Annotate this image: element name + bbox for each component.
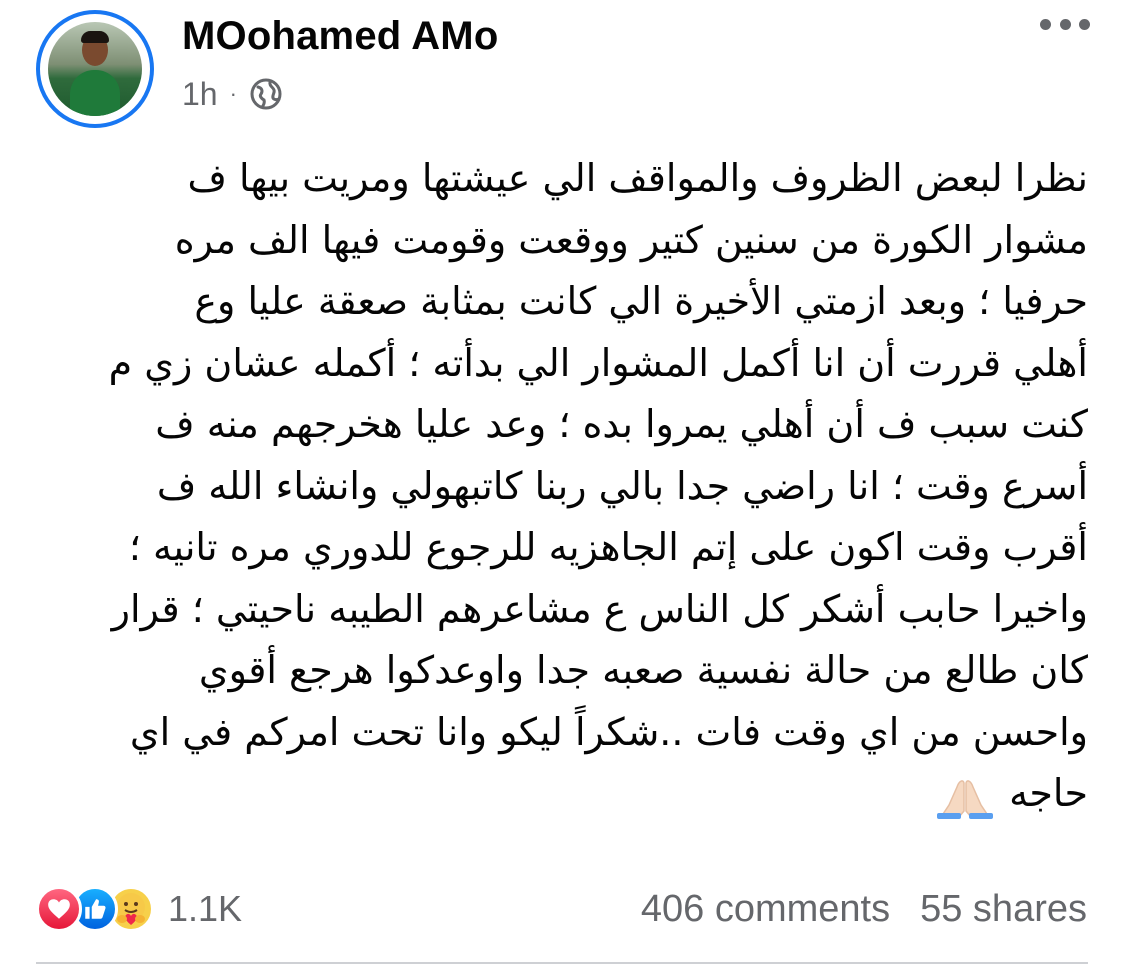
- post-header: MOohamed AMo 1h ·: [0, 0, 1125, 128]
- love-reaction-icon: [36, 886, 82, 932]
- engagement-stats: 406 comments 55 shares: [641, 883, 1087, 935]
- footer-divider: [36, 962, 1088, 964]
- post-text-line: مشوار الكورة من سنين كتير ووقعت وقومت في…: [174, 217, 1088, 262]
- avatar-photo: [48, 22, 142, 116]
- author-name[interactable]: MOohamed AMo: [182, 14, 498, 59]
- post-time[interactable]: 1h: [182, 76, 218, 113]
- post-text-line: كان طالع من حالة نفسية صعبه جدا واوعدكوا…: [198, 648, 1088, 692]
- globe-icon: [249, 77, 283, 111]
- post-text-line: أهلي قررت أن انا أكمل المشوار الي بدأته …: [108, 340, 1088, 385]
- post-text-line: أسرع وقت ؛ انا راضي جدا بالي ربنا كاتبهو…: [156, 463, 1088, 508]
- post-text-line: واحسن من اي وقت فات ..شكراً ليكو وانا تح…: [129, 709, 1088, 754]
- post-text-last-line: حاجه: [38, 763, 1088, 825]
- post-text-word: حاجه: [1009, 771, 1088, 815]
- post-meta: 1h ·: [182, 74, 283, 114]
- reaction-count[interactable]: 1.1K: [168, 888, 242, 930]
- post-text-line: حرفيا ؛ وبعد ازمتي الأخيرة الي كانت بمثا…: [194, 279, 1088, 323]
- post-footer: 1.1K 406 comments 55 shares: [0, 875, 1125, 945]
- meta-separator: ·: [229, 81, 237, 106]
- reactions-summary[interactable]: 1.1K: [36, 883, 242, 935]
- profile-avatar[interactable]: [36, 10, 154, 128]
- post-text-line: نظرا لبعض الظروف والمواقف الي عيشتها ومر…: [187, 156, 1089, 200]
- more-options-icon[interactable]: [1040, 14, 1090, 34]
- post-text-line: كنت سبب ف أن أهلي يمروا بده ؛ وعد عليا ه…: [155, 402, 1088, 446]
- post-text-line: واخيرا حابب أشكر كل الناس ع مشاعرهم الطي…: [111, 586, 1088, 631]
- comments-count[interactable]: 406 comments: [641, 888, 890, 931]
- post-text-line: أقرب وقت اكون على إتم الجاهزيه للرجوع لل…: [128, 525, 1088, 569]
- post-body: نظرا لبعض الظروف والمواقف الي عيشتها ومر…: [38, 148, 1088, 825]
- folded-hands-icon: [935, 773, 995, 819]
- shares-count[interactable]: 55 shares: [920, 888, 1087, 931]
